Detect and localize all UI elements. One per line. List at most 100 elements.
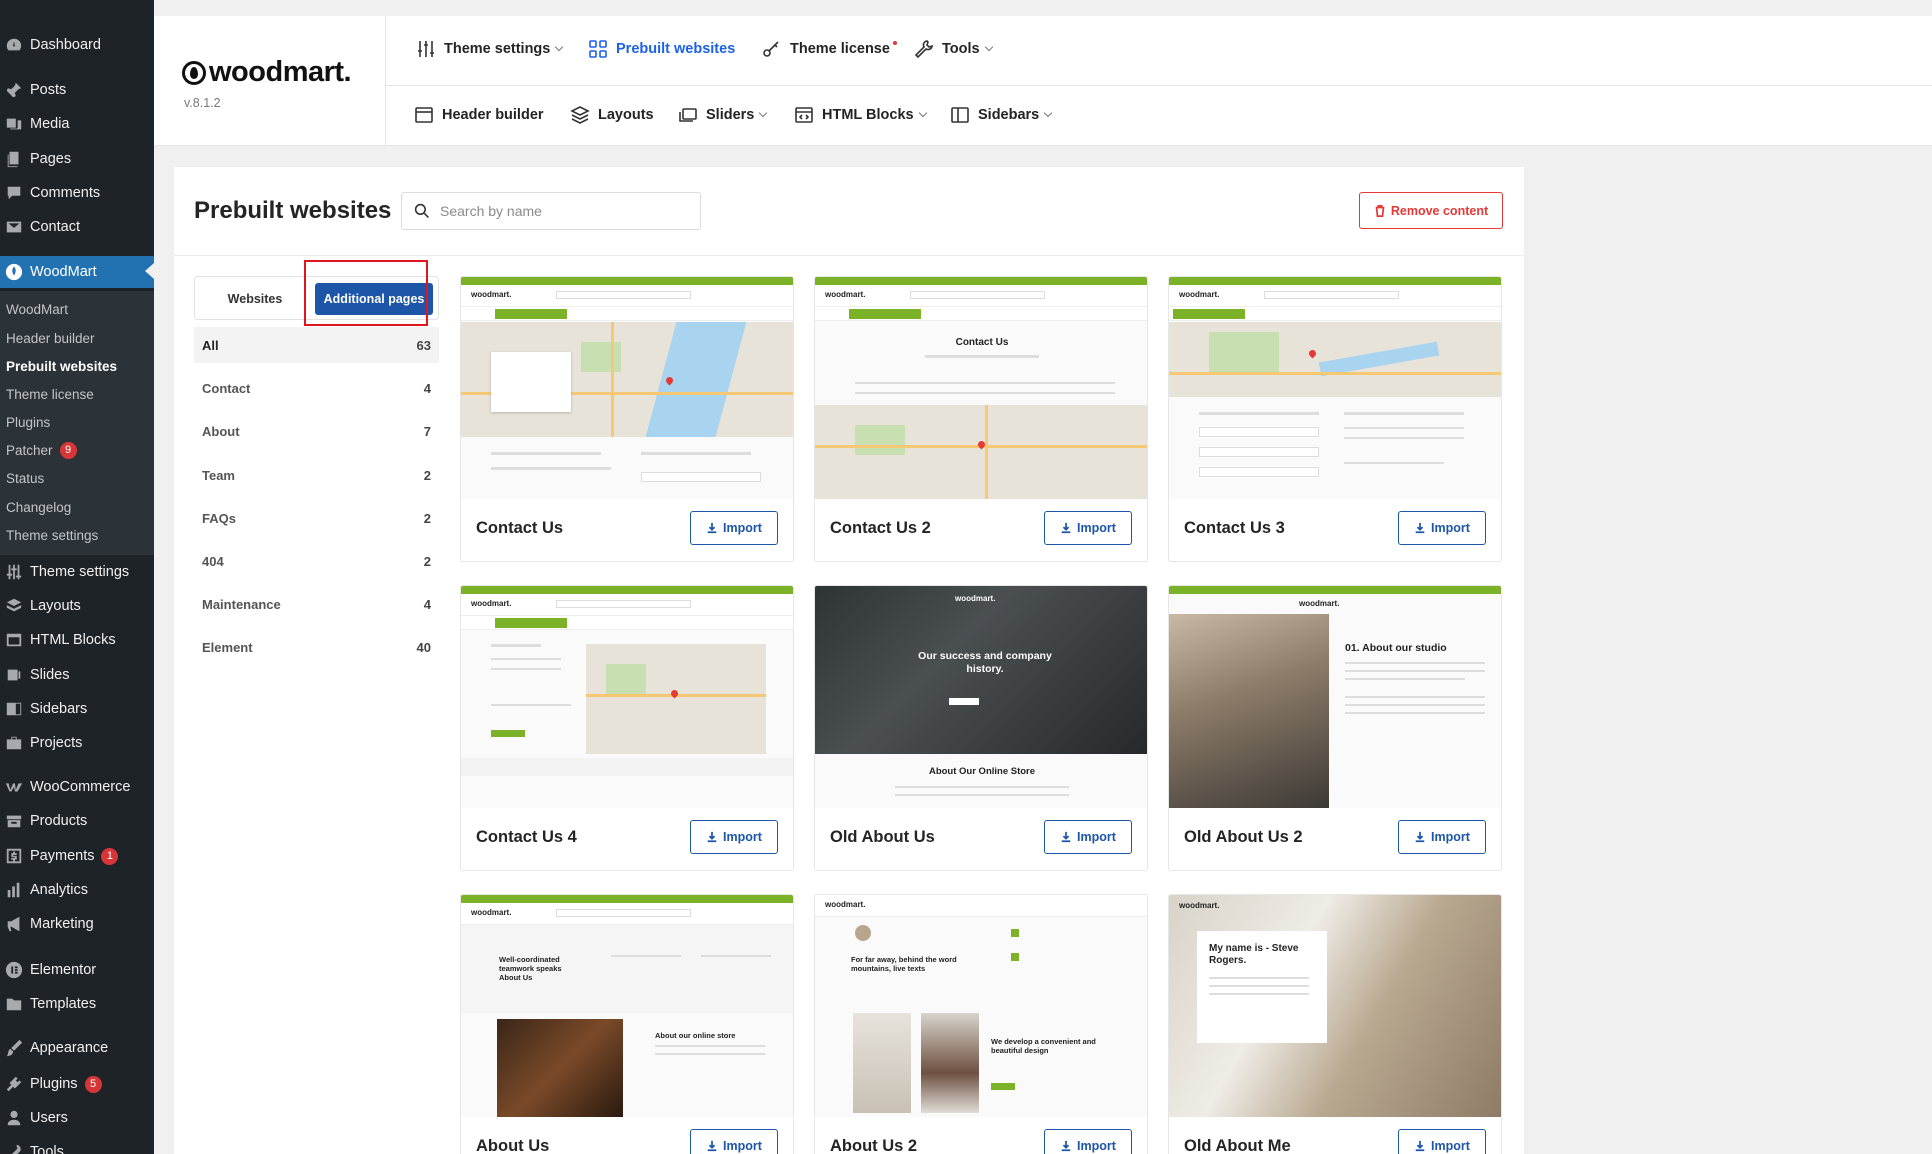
submenu-status[interactable]: Status (0, 465, 154, 491)
sidebar-item-templates[interactable]: Templates (0, 989, 154, 1019)
nav-sidebars[interactable]: Sidebars (950, 103, 1053, 127)
map-park (1209, 332, 1279, 372)
download-icon (707, 1140, 717, 1152)
download-icon (707, 831, 717, 843)
nav-html-blocks[interactable]: HTML Blocks (794, 103, 927, 127)
import-button[interactable]: Import (690, 1129, 778, 1154)
thumb-map (815, 405, 1147, 499)
category-name: Maintenance (202, 596, 281, 612)
payments-badge: 1 (101, 847, 119, 865)
submenu-patcher[interactable]: Patcher 9 (0, 437, 154, 463)
sidebar-item-users[interactable]: Users (0, 1103, 154, 1133)
thumb-logo: woodmart. (471, 599, 512, 608)
import-button[interactable]: Import (1398, 1129, 1486, 1154)
thumb-map (586, 644, 766, 754)
remove-content-button[interactable]: Remove content (1359, 192, 1503, 229)
import-button[interactable]: Import (1044, 820, 1132, 854)
nav-layouts[interactable]: Layouts (570, 103, 654, 127)
import-button[interactable]: Import (690, 820, 778, 854)
import-button[interactable]: Import (690, 511, 778, 545)
sidebar-item-payments[interactable]: Payments 1 (0, 841, 154, 871)
thumb-text (1345, 670, 1485, 672)
sidebar-item-dashboard[interactable]: Dashboard (0, 30, 154, 60)
sidebar-item-analytics[interactable]: Analytics (0, 875, 154, 905)
elementor-icon (4, 960, 24, 980)
sidebar-item-woodmart[interactable]: WoodMart (0, 256, 154, 288)
dashboard-icon (4, 35, 24, 55)
category-all[interactable]: All 63 (194, 327, 439, 363)
submenu-theme-license[interactable]: Theme license (0, 381, 154, 407)
sidebar-item-theme-settings[interactable]: Theme settings (0, 557, 154, 587)
submenu-plugins[interactable]: Plugins (0, 409, 154, 435)
sidebar-item-tools[interactable]: Tools (0, 1137, 154, 1154)
search-input[interactable]: Search by name (401, 192, 701, 230)
thumb-topbar (1169, 586, 1501, 594)
sidebar-item-contact[interactable]: Contact (0, 212, 154, 242)
category-contact[interactable]: Contact 4 (194, 370, 439, 406)
download-icon (1415, 831, 1425, 843)
nav-header-builder[interactable]: Header builder (414, 103, 544, 127)
sidebar-item-media[interactable]: Media (0, 109, 154, 139)
sidebar-item-appearance[interactable]: Appearance (0, 1033, 154, 1063)
sidebar-item-woocommerce[interactable]: WooCommerce (0, 772, 154, 802)
top-strip (0, 0, 1932, 16)
import-label: Import (723, 521, 762, 535)
nav-tools[interactable]: Tools (914, 37, 993, 61)
submenu-theme-settings[interactable]: Theme settings (0, 522, 154, 548)
submenu-changelog[interactable]: Changelog (0, 494, 154, 520)
sidebar-item-layouts[interactable]: Layouts (0, 591, 154, 621)
sidebar-item-posts[interactable]: Posts (0, 75, 154, 105)
import-button[interactable]: Import (1044, 511, 1132, 545)
sidebar-item-sidebars[interactable]: Sidebars (0, 694, 154, 724)
import-button[interactable]: Import (1398, 820, 1486, 854)
category-maintenance[interactable]: Maintenance 4 (194, 586, 439, 622)
sidebar-item-slides[interactable]: Slides (0, 660, 154, 690)
nav-prebuilt-websites[interactable]: Prebuilt websites (588, 37, 735, 61)
submenu-woodmart[interactable]: WoodMart (0, 296, 154, 322)
nav-theme-settings[interactable]: Theme settings (416, 37, 564, 61)
page-card-old-about-us: woodmart. Our success and company histor… (814, 585, 1148, 871)
thumb-text (1345, 704, 1485, 706)
card-thumbnail: woodmart. (1169, 277, 1501, 499)
media-icon (4, 114, 24, 134)
thumb-button (491, 730, 525, 737)
sidebar-item-comments[interactable]: Comments (0, 178, 154, 208)
nav-theme-license[interactable]: Theme license (762, 37, 897, 61)
sidebar-item-label: WoodMart (30, 264, 97, 280)
sidebar-item-products[interactable]: Products (0, 806, 154, 836)
sidebar-item-html-blocks[interactable]: HTML Blocks (0, 625, 154, 655)
sidebar-item-marketing[interactable]: Marketing (0, 909, 154, 939)
logo-text: woodmart. (209, 56, 352, 88)
thumb-text (491, 467, 611, 470)
category-element[interactable]: Element 40 (194, 629, 439, 665)
sidebar-item-plugins[interactable]: Plugins 5 (0, 1069, 154, 1099)
submenu-prebuilt-websites[interactable]: Prebuilt websites (0, 353, 154, 379)
map-road (611, 322, 614, 437)
sidebar-item-pages[interactable]: Pages (0, 144, 154, 174)
nav-sliders[interactable]: Sliders (678, 103, 768, 127)
user-icon (4, 1108, 24, 1128)
highlight-box (304, 260, 428, 326)
category-404[interactable]: 404 2 (194, 543, 439, 579)
page-card-contact-us-3: woodmart. Contact Us 3 Import (1168, 276, 1502, 562)
submenu-header-builder[interactable]: Header builder (0, 325, 154, 351)
page-card-contact-us: woodmart. Contact Us Import (460, 276, 794, 562)
category-team[interactable]: Team 2 (194, 457, 439, 493)
map-park (581, 342, 621, 372)
thumb-text (1344, 427, 1464, 429)
woodmart-logo[interactable]: woodmart. (182, 56, 352, 89)
thumb-brands (461, 758, 793, 776)
category-count: 63 (416, 337, 431, 353)
import-button[interactable]: Import (1398, 511, 1486, 545)
tab-websites[interactable]: Websites (201, 283, 309, 315)
header-nav-secondary: Header builder Layouts Sliders HTML Bloc… (386, 86, 1932, 146)
import-button[interactable]: Import (1044, 1129, 1132, 1154)
category-about[interactable]: About 7 (194, 413, 439, 449)
map-road (1169, 372, 1501, 375)
thumb-text (855, 382, 1115, 384)
sidebar-item-label: Projects (30, 735, 83, 751)
sidebar-item-elementor[interactable]: Elementor (0, 955, 154, 985)
sidebar-item-projects[interactable]: Projects (0, 728, 154, 758)
thumb-cat-button (495, 618, 567, 628)
category-faqs[interactable]: FAQs 2 (194, 500, 439, 536)
